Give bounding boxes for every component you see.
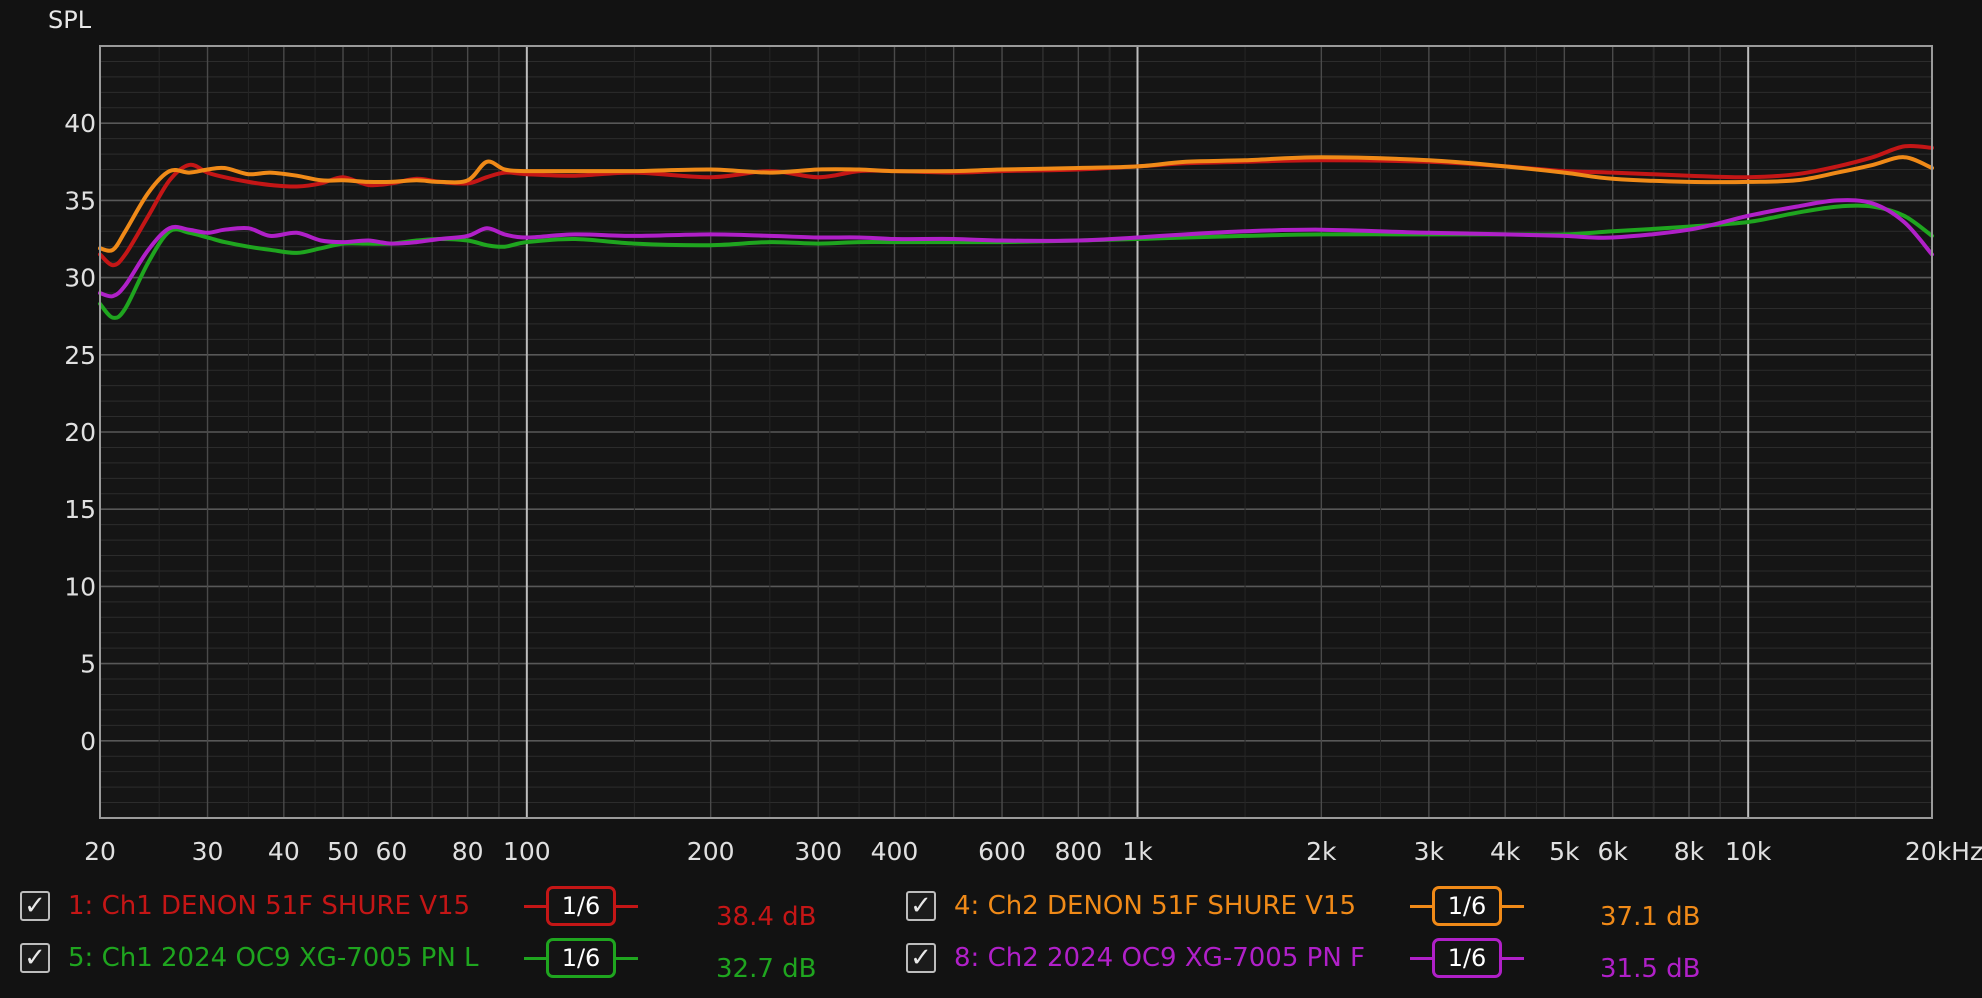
x-tick-label: 8k (1674, 837, 1705, 866)
x-tick-label: 3k (1414, 837, 1445, 866)
series-5-checkbox[interactable]: ✓ (20, 943, 50, 973)
y-tick-label: 35 (64, 186, 96, 215)
x-tick-label: 4k (1490, 837, 1521, 866)
legend-item-series-4: ✓ 4: Ch2 DENON 51F SHURE V15 1/6 (906, 880, 1524, 932)
series-1-checkbox[interactable]: ✓ (20, 891, 50, 921)
y-axis-tick-labels: 0 5 10 15 20 25 30 35 40 (64, 109, 96, 756)
x-tick-label: 20 (84, 837, 116, 866)
x-tick-label: 10k (1725, 837, 1772, 866)
frequency-response-chart: 20 30 40 50 60 80 100 200 300 400 600 800 1k 2k 3k 4k 5k… (48, 6, 1982, 866)
series-5-smoothing-control[interactable]: 1/6 (524, 938, 638, 978)
x-tick-label: 600 (978, 837, 1026, 866)
series-8-value: 31.5 dB (1600, 954, 1701, 984)
y-tick-label: 10 (64, 572, 96, 601)
legend-item-series-5: ✓ 5: Ch1 2024 OC9 XG-7005 PN L 1/6 (20, 932, 638, 984)
x-tick-label: 60 (375, 837, 407, 866)
y-tick-label: 30 (64, 264, 96, 293)
x-axis-tick-labels: 20 30 40 50 60 80 100 200 300 400 600 800 1k 2k 3k 4k 5k… (84, 837, 1982, 866)
y-tick-label: 15 (64, 495, 96, 524)
x-tick-label: 100 (503, 837, 551, 866)
series-4-smoothing-control[interactable]: 1/6 (1410, 886, 1524, 926)
x-tick-label: 200 (687, 837, 735, 866)
x-tick-label: 300 (794, 837, 842, 866)
series-1-value: 38.4 dB (716, 902, 817, 932)
x-tick-label: 400 (871, 837, 919, 866)
series-4-name[interactable]: 4: Ch2 DENON 51F SHURE V15 (954, 891, 1402, 921)
y-tick-label: 0 (80, 727, 96, 756)
series-1-smoothing-control[interactable]: 1/6 (524, 886, 638, 926)
x-tick-label: 30 (192, 837, 224, 866)
x-tick-label: 20kHz (1905, 837, 1982, 866)
series-8-name[interactable]: 8: Ch2 2024 OC9 XG-7005 PN F (954, 943, 1402, 973)
series-4-value: 37.1 dB (1600, 902, 1701, 932)
legend-item-series-1: ✓ 1: Ch1 DENON 51F SHURE V15 1/6 (20, 880, 638, 932)
y-tick-label: 20 (64, 418, 96, 447)
series-5-smoothing-box[interactable]: 1/6 (546, 938, 616, 978)
x-tick-label: 1k (1122, 837, 1153, 866)
series-4-smoothing-box[interactable]: 1/6 (1432, 886, 1502, 926)
y-tick-label: 40 (64, 109, 96, 138)
legend: ✓ 1: Ch1 DENON 51F SHURE V15 1/6 38.4 dB… (0, 880, 1982, 998)
x-tick-label: 2k (1306, 837, 1337, 866)
series-5-value: 32.7 dB (716, 954, 817, 984)
x-tick-label: 40 (268, 837, 300, 866)
legend-item-series-8: ✓ 8: Ch2 2024 OC9 XG-7005 PN F 1/6 (906, 932, 1524, 984)
x-tick-label: 50 (327, 837, 359, 866)
x-tick-label: 6k (1598, 837, 1629, 866)
series-4-checkbox[interactable]: ✓ (906, 891, 936, 921)
y-tick-label: 25 (64, 341, 96, 370)
series-1-name[interactable]: 1: Ch1 DENON 51F SHURE V15 (68, 891, 516, 921)
series-8-smoothing-control[interactable]: 1/6 (1410, 938, 1524, 978)
series-1-smoothing-box[interactable]: 1/6 (546, 886, 616, 926)
x-tick-label: 5k (1549, 837, 1580, 866)
x-tick-label: 800 (1054, 837, 1102, 866)
y-axis-label: SPL (48, 6, 92, 34)
series-8-checkbox[interactable]: ✓ (906, 943, 936, 973)
x-tick-label: 80 (452, 837, 484, 866)
series-8-smoothing-box[interactable]: 1/6 (1432, 938, 1502, 978)
series-5-name[interactable]: 5: Ch1 2024 OC9 XG-7005 PN L (68, 943, 516, 973)
y-tick-label: 5 (80, 650, 96, 679)
